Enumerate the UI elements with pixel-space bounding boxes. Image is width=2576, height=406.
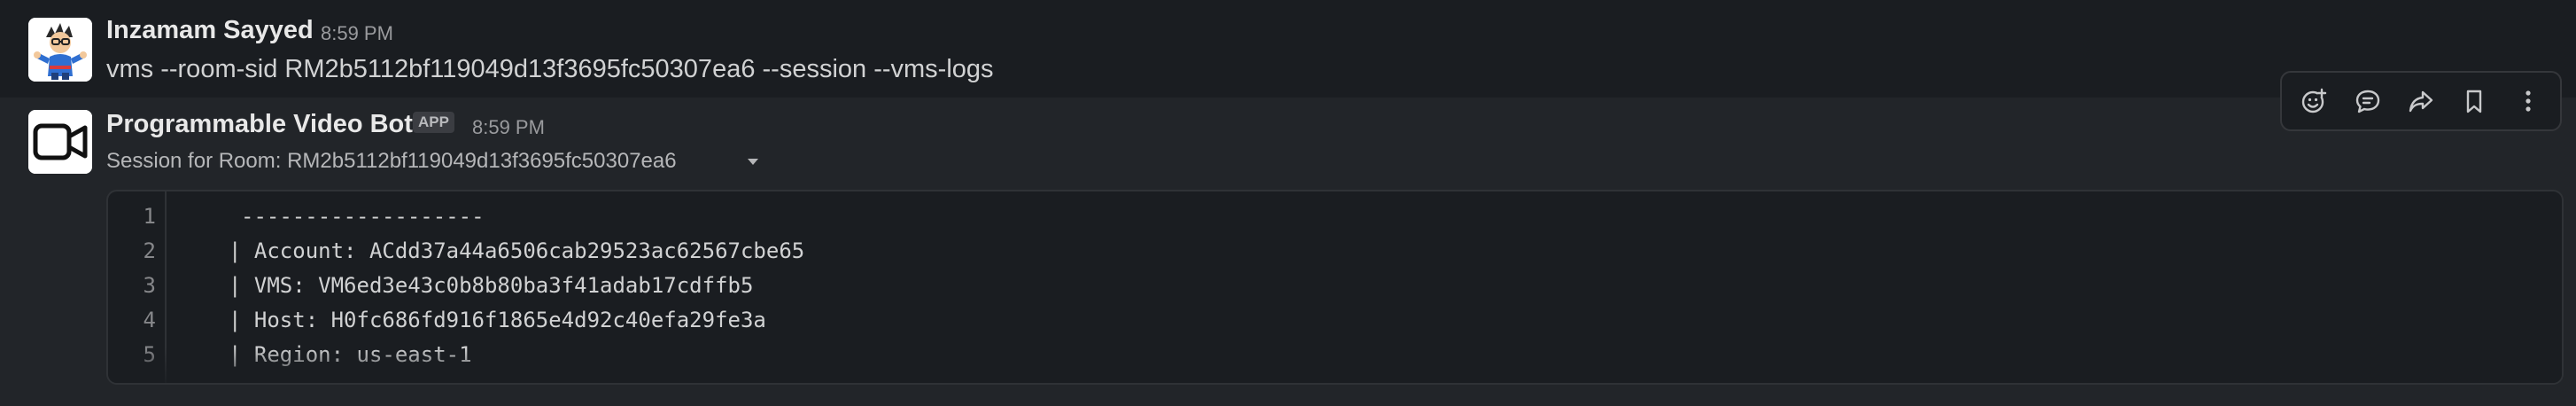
line-number: 1 [143, 204, 156, 229]
video-camera-icon [28, 110, 92, 174]
more-actions-icon[interactable] [2508, 81, 2549, 121]
bot-avatar[interactable] [28, 110, 92, 174]
author-name[interactable]: Inzamam Sayyed [106, 16, 314, 45]
reply-in-thread-icon[interactable] [2347, 81, 2388, 121]
bookmark-icon[interactable] [2454, 81, 2495, 121]
cartoon-avatar-icon [28, 18, 92, 82]
add-reaction-icon[interactable] [2293, 81, 2334, 121]
line-number: 4 [143, 308, 156, 332]
chevron-down-icon[interactable] [745, 154, 761, 170]
message-video-bot[interactable]: Programmable Video Bot APP 8:59 PM Sessi… [0, 98, 2576, 406]
message-actions-toolbar [2280, 71, 2562, 131]
code-line: | VMS: VM6ed3e43c0b8b80ba3f41adab17cdffb… [229, 273, 754, 298]
message-text: vms --room-sid RM2b5112bf119049d13f3695f… [106, 55, 994, 83]
line-number: 2 [143, 238, 156, 263]
forward-icon[interactable] [2401, 81, 2441, 121]
code-block: 1 2 3 4 5 ------------------- | Account:… [106, 190, 2564, 385]
code-line: ------------------- [241, 204, 485, 229]
overflow-fade [108, 347, 2562, 383]
user-avatar[interactable] [28, 18, 92, 82]
code-line: | Account: ACdd37a44a6506cab29523ac62567… [229, 238, 805, 263]
app-badge: APP [413, 112, 454, 133]
line-number: 3 [143, 273, 156, 298]
message-subtitle: Session for Room: RM2b5112bf119049d13f36… [106, 149, 677, 173]
author-name[interactable]: Programmable Video Bot [106, 110, 413, 139]
code-line: | Host: H0fc686fd916f1865e4d92c40efa29fe… [229, 308, 766, 332]
message-timestamp[interactable]: 8:59 PM [472, 116, 545, 139]
message-timestamp[interactable]: 8:59 PM [321, 22, 393, 45]
message-inzamam[interactable]: Inzamam Sayyed 8:59 PM vms --room-sid RM… [0, 0, 2576, 98]
